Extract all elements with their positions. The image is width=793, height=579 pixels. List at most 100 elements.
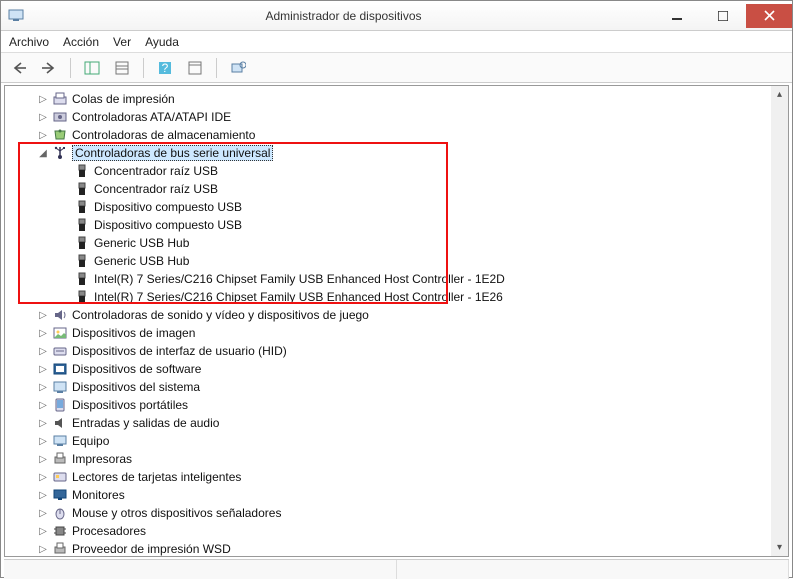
menu-action[interactable]: Acción [63,35,99,49]
tree-item[interactable]: ▷ Monitores [5,486,771,504]
minimize-button[interactable] [654,4,700,28]
expand-icon[interactable]: ▷ [37,327,49,339]
tree-item-label: Concentrador raíz USB [94,164,218,178]
expand-icon[interactable]: ▷ [37,471,49,483]
usbdev-icon [74,271,90,287]
collapse-icon[interactable]: ◢ [37,147,49,159]
maximize-button[interactable] [700,4,746,28]
expand-icon[interactable]: ▷ [37,129,49,141]
forward-button[interactable] [37,57,61,79]
device-tree: ▷Colas de impresión▷Controladoras ATA/AT… [5,86,771,556]
tree-item-label: Entradas y salidas de audio [72,416,219,430]
sound-icon [52,307,68,323]
scroll-up-button[interactable]: ▴ [771,86,788,103]
tree-item-label: Dispositivos portátiles [72,398,188,412]
tree-item[interactable]: Generic USB Hub [5,252,771,270]
properties-button[interactable] [110,57,134,79]
tree-item-label: Procesadores [72,524,146,538]
svg-text:?: ? [162,61,169,75]
software-icon [52,361,68,377]
storage-icon [52,127,68,143]
expand-icon[interactable]: ▷ [37,507,49,519]
tree-item[interactable]: Dispositivo compuesto USB [5,216,771,234]
menu-view[interactable]: Ver [113,35,131,49]
no-expand [59,291,71,303]
expand-icon[interactable]: ▷ [37,489,49,501]
toolbar: ? [1,53,792,83]
tree-item[interactable]: ▷ Dispositivos de interfaz de usuario (HI… [5,342,771,360]
printer-icon [52,451,68,467]
no-expand [59,219,71,231]
tree-item[interactable]: ▷ Entradas y salidas de audio [5,414,771,432]
menu-help[interactable]: Ayuda [145,35,179,49]
tree-item[interactable]: ▷ Lectores de tarjetas inteligentes [5,468,771,486]
expand-icon[interactable]: ▷ [37,345,49,357]
expand-icon[interactable]: ▷ [37,309,49,321]
tree-item[interactable]: Concentrador raíz USB [5,162,771,180]
tree-item[interactable]: ▷Dispositivos de imagen [5,324,771,342]
tree-item[interactable]: Generic USB Hub [5,234,771,252]
tree-item-label: Dispositivos de interfaz de usuario (HID… [72,344,287,358]
expand-icon[interactable]: ▷ [37,417,49,429]
usbdev-icon [74,289,90,305]
tree-item[interactable]: ▷Controladoras ATA/ATAPI IDE [5,108,771,126]
expand-icon[interactable]: ▷ [37,399,49,411]
tree-item[interactable]: Concentrador raíz USB [5,180,771,198]
scroll-down-button[interactable]: ▾ [771,539,788,556]
tree-item[interactable]: Dispositivo compuesto USB [5,198,771,216]
menu-bar: Archivo Acción Ver Ayuda [1,31,792,53]
show-hide-tree-button[interactable] [80,57,104,79]
expand-icon[interactable]: ▷ [37,453,49,465]
usbdev-icon [74,235,90,251]
tree-item-label: Mouse y otros dispositivos señaladores [72,506,281,520]
window-buttons [654,4,792,28]
tree-item-label: Monitores [72,488,125,502]
help-button[interactable]: ? [153,57,177,79]
tree-item-label: Generic USB Hub [94,236,189,250]
tree-item[interactable]: ▷Controladoras de almacenamiento [5,126,771,144]
tree-item[interactable]: ▷ Procesadores [5,522,771,540]
menu-file[interactable]: Archivo [9,35,49,49]
expand-icon[interactable]: ▷ [37,435,49,447]
back-button[interactable] [7,57,31,79]
tree-item-label: Controladoras de bus serie universal [72,145,273,161]
tree-item[interactable]: ▷ Proveedor de impresión WSD [5,540,771,556]
expand-icon[interactable]: ▷ [37,543,49,555]
expand-icon[interactable]: ▷ [37,381,49,393]
monitor-icon [52,487,68,503]
scan-hardware-button[interactable] [183,57,207,79]
computer-icon [52,433,68,449]
close-button[interactable] [746,4,792,28]
tree-item[interactable]: ▷Controladoras de sonido y vídeo y dispo… [5,306,771,324]
title-bar: Administrador de dispositivos [1,1,792,31]
tree-item-label: Dispositivos de software [72,362,201,376]
tree-item[interactable]: ◢ Controladoras de bus serie universal [5,144,771,162]
tree-item[interactable]: ▷Impresoras [5,450,771,468]
tree-item[interactable]: ▷Equipo [5,432,771,450]
tree-scroll-area[interactable]: ▷Colas de impresión▷Controladoras ATA/AT… [5,86,771,556]
tree-item[interactable]: ▷ Dispositivos portátiles [5,396,771,414]
tree-item[interactable]: ▷ Mouse y otros dispositivos señaladores [5,504,771,522]
tree-item[interactable]: ▷ Dispositivos de software [5,360,771,378]
expand-icon[interactable]: ▷ [37,93,49,105]
portable-icon [52,397,68,413]
update-driver-button[interactable] [226,57,250,79]
tree-item-label: Lectores de tarjetas inteligentes [72,470,241,484]
expand-icon[interactable]: ▷ [37,111,49,123]
tree-item[interactable]: Intel(R) 7 Series/C216 Chipset Family US… [5,288,771,306]
usb-icon [52,145,68,161]
tree-item[interactable]: ▷Colas de impresión [5,90,771,108]
image-icon [52,325,68,341]
usbdev-icon [74,253,90,269]
no-expand [59,237,71,249]
tree-item-label: Concentrador raíz USB [94,182,218,196]
tree-item[interactable]: ▷ Dispositivos del sistema [5,378,771,396]
no-expand [59,165,71,177]
tree-item-label: Proveedor de impresión WSD [72,542,231,556]
tree-item-label: Dispositivos del sistema [72,380,200,394]
expand-icon[interactable]: ▷ [37,525,49,537]
vertical-scrollbar[interactable]: ▴ ▾ [771,86,788,556]
expand-icon[interactable]: ▷ [37,363,49,375]
status-pane [397,560,790,579]
tree-item[interactable]: Intel(R) 7 Series/C216 Chipset Family US… [5,270,771,288]
